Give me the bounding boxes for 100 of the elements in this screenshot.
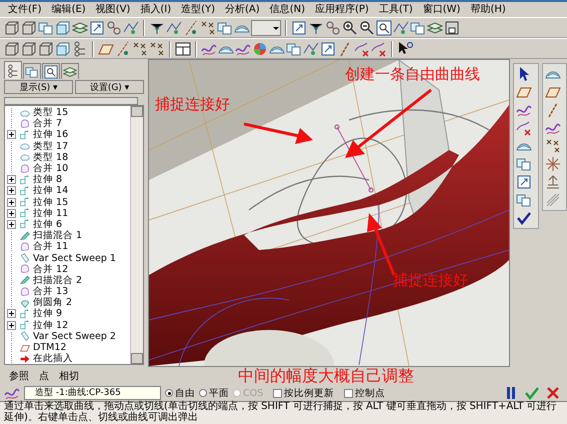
copy-icon[interactable]: [410, 20, 426, 36]
radio-button[interactable]: [165, 389, 173, 397]
menu-item[interactable]: 插入(I): [136, 3, 176, 16]
layers-icon[interactable]: [72, 20, 88, 36]
round-icon: [19, 298, 31, 308]
cube-icon[interactable]: [21, 40, 37, 56]
menu-item[interactable]: 帮助(H): [466, 3, 510, 16]
tree-item[interactable]: 倒圆角 2: [33, 297, 72, 308]
tree-item[interactable]: 拉伸 12: [33, 320, 68, 331]
tree-item[interactable]: 类型 17: [33, 140, 68, 152]
checkbox[interactable]: [344, 388, 354, 398]
panel-tab[interactable]: [4, 61, 22, 79]
tree-item[interactable]: 拉伸 16: [33, 129, 68, 140]
sketch-icon[interactable]: [166, 20, 182, 36]
copy-icon[interactable]: [515, 192, 533, 208]
panel-tab[interactable]: 点: [38, 369, 50, 383]
tree-item[interactable]: 扫描混合 2: [33, 274, 82, 286]
panel-tab[interactable]: [61, 63, 79, 79]
panel-tab[interactable]: 参照: [8, 369, 30, 383]
curve-delete-icon[interactable]: [371, 40, 387, 56]
copy-icon[interactable]: [38, 20, 54, 36]
menu-item[interactable]: 视图(V): [92, 3, 134, 16]
tree-item[interactable]: 合并 12: [33, 264, 68, 275]
tree-item[interactable]: DTM12: [33, 342, 66, 354]
expand-toggle[interactable]: [7, 208, 16, 218]
radio-button[interactable]: [199, 389, 207, 397]
merge-icon: [19, 164, 31, 174]
node-tree-icon[interactable]: [72, 40, 88, 56]
axis-icon[interactable]: [115, 40, 131, 56]
menu-item[interactable]: 分析(A): [221, 3, 264, 16]
tree-item[interactable]: 合并 10: [33, 163, 68, 174]
shaded-surface-icon[interactable]: [252, 40, 268, 56]
copy-icon[interactable]: [515, 156, 533, 172]
check-icon[interactable]: [515, 210, 533, 226]
axis-icon[interactable]: [183, 20, 199, 36]
sketch-icon[interactable]: [123, 20, 139, 36]
check-icon[interactable]: [524, 385, 540, 401]
tree-item[interactable]: 类型 18: [33, 152, 68, 163]
tree-item[interactable]: 拉伸 9: [33, 308, 62, 320]
close-icon[interactable]: [545, 385, 561, 401]
points-icon[interactable]: [132, 40, 148, 56]
shaded-cube-icon[interactable]: [55, 40, 71, 56]
copy-icon[interactable]: [217, 20, 233, 36]
points-icon[interactable]: [149, 40, 165, 56]
tree-item[interactable]: 拉伸 8: [33, 174, 62, 186]
expand-toggle[interactable]: [7, 309, 16, 318]
cube-icon[interactable]: [21, 20, 37, 36]
tree-item[interactable]: 拉伸 14: [33, 185, 68, 196]
tree-item[interactable]: 拉伸 6: [33, 218, 62, 230]
extrude-icon: [19, 208, 31, 218]
tree-item[interactable]: 拉伸 15: [33, 196, 68, 208]
sketch-icon[interactable]: [303, 40, 319, 56]
tree-item[interactable]: 合并 11: [33, 241, 68, 252]
expand-toggle[interactable]: [7, 130, 16, 140]
expand-toggle[interactable]: [7, 175, 16, 184]
points-icon[interactable]: [544, 156, 562, 172]
tree-item[interactable]: 拉伸 11: [33, 208, 68, 219]
tree-item[interactable]: 合并 7: [33, 118, 62, 130]
cube-icon[interactable]: [38, 40, 54, 56]
zoom-out-icon[interactable]: [359, 20, 375, 36]
curve-field[interactable]: 造型 -1:曲线:CP-365: [24, 386, 161, 400]
tree-item[interactable]: 合并 13: [33, 286, 68, 298]
expand-toggle[interactable]: [7, 198, 16, 207]
menu-item[interactable]: 编辑(E): [48, 3, 90, 16]
tree-item[interactable]: Var Sect Sweep 1: [33, 252, 116, 264]
menu-item[interactable]: 信息(N): [266, 3, 309, 16]
cube-icon[interactable]: [4, 40, 20, 56]
layers-icon[interactable]: [427, 20, 443, 36]
dropdown-button[interactable]: 显示(S) ▾: [4, 80, 73, 94]
copy-icon[interactable]: [286, 40, 302, 56]
menu-item[interactable]: 文件(F): [4, 3, 46, 16]
shaded-cube-icon[interactable]: [55, 20, 71, 36]
sketch-icon[interactable]: [393, 20, 409, 36]
dropdown-button[interactable]: 设置(G) ▾: [75, 80, 144, 94]
expand-toggle[interactable]: [7, 220, 16, 229]
tree-item[interactable]: Var Sect Sweep 2: [33, 330, 116, 342]
zoom-in-icon[interactable]: [342, 20, 358, 36]
panel-tab[interactable]: [42, 63, 60, 79]
points-icon[interactable]: [200, 20, 216, 36]
view-dropdown[interactable]: [251, 20, 281, 36]
curve-delete-icon[interactable]: [515, 120, 533, 136]
menu-item[interactable]: 工具(T): [374, 3, 417, 16]
menu-item[interactable]: 应用程序(P): [310, 3, 373, 16]
tree-item[interactable]: 类型 15: [33, 107, 68, 118]
help-pointer-icon[interactable]: [397, 40, 413, 56]
zoom-window-icon[interactable]: [376, 20, 392, 36]
tree-item[interactable]: 在此插入: [33, 353, 73, 364]
expand-toggle[interactable]: [7, 186, 16, 196]
menu-item[interactable]: 造型(Y): [177, 3, 220, 16]
table-icon[interactable]: [175, 40, 191, 56]
expand-toggle[interactable]: [7, 320, 16, 330]
panel-tab[interactable]: 相切: [58, 369, 80, 383]
points-icon[interactable]: [544, 138, 562, 154]
datum-plane-icon: [19, 342, 31, 353]
checkbox[interactable]: [273, 388, 282, 398]
cube-icon[interactable]: [4, 20, 20, 36]
menu-item[interactable]: 窗口(W): [418, 3, 464, 16]
curve-delete-icon[interactable]: [354, 40, 370, 56]
scrollbar[interactable]: [130, 106, 143, 364]
tree-item[interactable]: 扫描混合 1: [33, 230, 82, 242]
